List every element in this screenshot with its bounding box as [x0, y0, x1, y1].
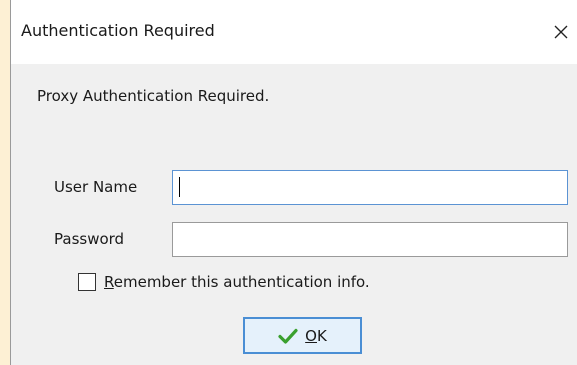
authentication-dialog: Authentication Required Proxy Authentica…	[10, 0, 577, 365]
text-caret	[179, 177, 180, 197]
remember-label-text: emember this authentication info.	[113, 273, 370, 291]
remember-checkbox[interactable]	[78, 273, 96, 291]
ok-button-content: OK	[278, 327, 327, 345]
remember-checkbox-label[interactable]: Remember this authentication info.	[104, 272, 370, 292]
remember-mnemonic: R	[104, 273, 114, 291]
username-label: User Name	[54, 178, 138, 196]
ok-label-text: K	[316, 326, 327, 345]
password-label: Password	[54, 230, 125, 248]
ok-mnemonic: O	[305, 326, 317, 345]
title-bar: Authentication Required	[11, 0, 577, 64]
password-field[interactable]	[172, 222, 568, 257]
ok-label: OK	[305, 327, 327, 345]
window-title: Authentication Required	[21, 21, 215, 40]
ok-button[interactable]: OK	[243, 317, 362, 354]
close-button[interactable]	[547, 18, 575, 46]
username-field[interactable]	[172, 170, 568, 205]
checkmark-icon	[278, 328, 298, 344]
close-icon	[554, 25, 568, 39]
prompt-message: Proxy Authentication Required.	[37, 87, 270, 105]
